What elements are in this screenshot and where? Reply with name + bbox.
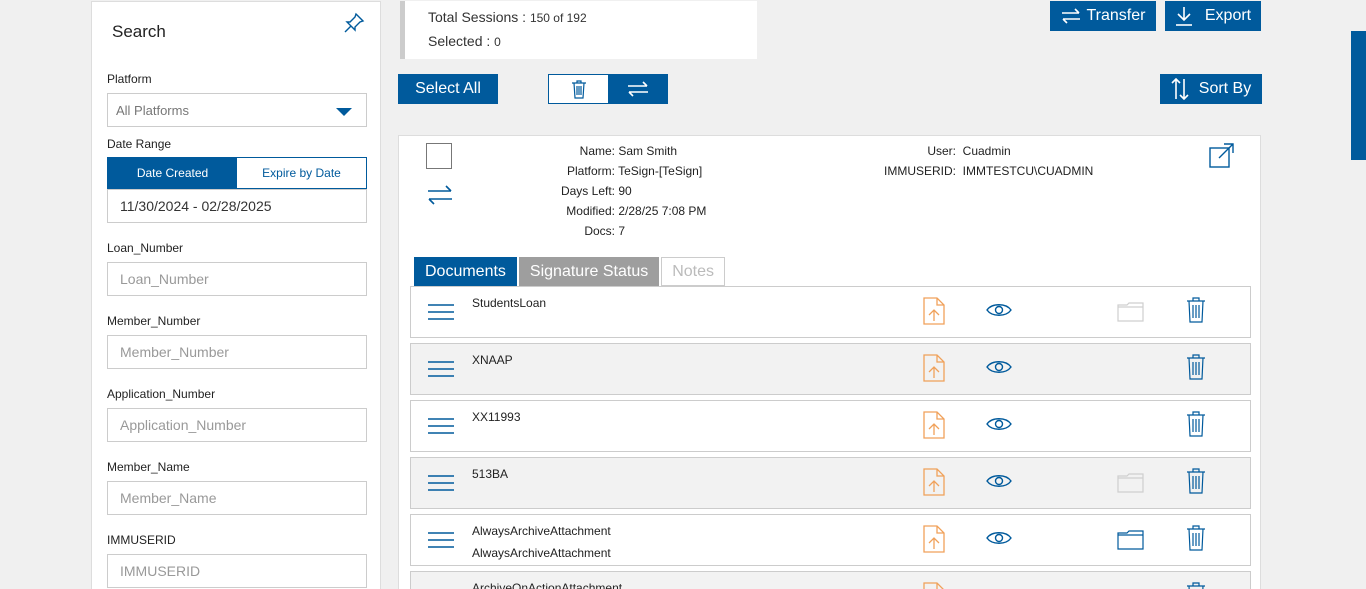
hamburger-menu-icon[interactable] bbox=[428, 474, 454, 492]
folder-icon bbox=[1117, 473, 1144, 493]
folder-icon[interactable] bbox=[1117, 530, 1144, 550]
loan-number-label: Loan_Number bbox=[107, 241, 184, 255]
pin-icon[interactable] bbox=[342, 11, 366, 35]
session-user: Cuadmin bbox=[962, 144, 1011, 158]
popout-icon[interactable] bbox=[1209, 142, 1235, 168]
transfer-icon bbox=[1061, 8, 1081, 24]
date-range-input[interactable]: 11/30/2024 - 02/28/2025 bbox=[107, 189, 367, 223]
session-card: Name: Sam Smith Platform: TeSign-[TeSign… bbox=[398, 135, 1261, 589]
download-icon bbox=[1175, 6, 1193, 26]
bulk-actions bbox=[548, 74, 668, 104]
session-modified: 2/28/25 7:08 PM bbox=[618, 204, 707, 218]
sort-by-button[interactable]: Sort By bbox=[1160, 74, 1262, 104]
document-row: ArchiveOnActionAttachment bbox=[410, 571, 1251, 589]
platform-label: Platform bbox=[107, 72, 152, 86]
file-upload-icon[interactable] bbox=[923, 468, 945, 496]
trash-icon[interactable] bbox=[1186, 354, 1206, 380]
session-user-details: User: Cuadmin IMMUSERID: IMMTESTCU\CUADM… bbox=[884, 144, 1094, 178]
eye-icon[interactable] bbox=[986, 530, 1012, 546]
file-upload-icon[interactable] bbox=[923, 525, 945, 553]
member-name-label: Member_Name bbox=[107, 460, 190, 474]
session-tabs: Documents Signature Status Notes bbox=[414, 257, 727, 286]
export-button-label: Export bbox=[1204, 7, 1252, 24]
session-docs: 7 bbox=[618, 224, 626, 238]
trash-icon[interactable] bbox=[1186, 525, 1206, 551]
file-upload-icon[interactable] bbox=[923, 582, 945, 589]
eye-icon[interactable] bbox=[986, 416, 1012, 432]
document-name: StudentsLoan bbox=[472, 296, 547, 310]
expire-by-date-option[interactable]: Expire by Date bbox=[237, 158, 366, 188]
hamburger-menu-icon[interactable] bbox=[428, 417, 454, 435]
folder-icon bbox=[1117, 302, 1144, 322]
document-name: AlwaysArchiveAttachment bbox=[472, 524, 611, 538]
transfer-button[interactable]: Transfer bbox=[1050, 1, 1156, 31]
tab-notes[interactable]: Notes bbox=[661, 257, 726, 286]
hamburger-menu-icon[interactable] bbox=[428, 531, 454, 549]
member-number-input[interactable]: Member_Number bbox=[107, 335, 367, 369]
trash-icon[interactable] bbox=[1186, 468, 1206, 494]
session-immuserid: IMMTESTCU\CUADMIN bbox=[962, 164, 1094, 178]
export-button[interactable]: Export bbox=[1165, 1, 1261, 31]
document-row: 513BA bbox=[410, 457, 1251, 509]
immuserid-input[interactable]: IMMUSERID bbox=[107, 554, 367, 588]
application-number-input[interactable]: Application_Number bbox=[107, 408, 367, 442]
eye-icon[interactable] bbox=[986, 473, 1012, 489]
platform-select[interactable]: All Platforms bbox=[107, 93, 367, 127]
document-name: XNAAP bbox=[472, 353, 513, 367]
trash-icon[interactable] bbox=[1186, 297, 1206, 323]
document-name: ArchiveOnActionAttachment bbox=[472, 581, 623, 589]
immuserid-label: IMMUSERID bbox=[107, 533, 176, 547]
session-name: Sam Smith bbox=[618, 144, 678, 158]
transfer-button-label: Transfer bbox=[1086, 7, 1146, 24]
platform-select-value: All Platforms bbox=[116, 102, 189, 118]
document-name: XX11993 bbox=[472, 410, 521, 424]
session-days-left: 90 bbox=[618, 184, 632, 198]
eye-icon[interactable] bbox=[986, 359, 1012, 375]
select-all-button[interactable]: Select All bbox=[398, 74, 498, 104]
hamburger-menu-icon[interactable] bbox=[428, 360, 454, 378]
document-name: 513BA bbox=[472, 467, 509, 481]
tab-signature-status[interactable]: Signature Status bbox=[518, 257, 660, 286]
trash-icon[interactable] bbox=[1186, 411, 1206, 437]
side-drawer-handle[interactable] bbox=[1351, 31, 1366, 160]
tab-documents[interactable]: Documents bbox=[414, 257, 517, 286]
sort-by-label: Sort By bbox=[1198, 80, 1252, 97]
trash-icon bbox=[571, 80, 586, 99]
file-upload-icon[interactable] bbox=[923, 297, 945, 325]
search-panel-title: Search bbox=[112, 22, 166, 41]
sort-icon bbox=[1171, 78, 1189, 100]
document-row: StudentsLoan bbox=[410, 286, 1251, 338]
application-number-label: Application_Number bbox=[107, 387, 216, 401]
session-platform: TeSign-[TeSign] bbox=[618, 164, 703, 178]
session-summary: Total Sessions : 150 of 192 Selected : 0 bbox=[400, 1, 757, 59]
chevron-down-icon bbox=[336, 108, 352, 116]
session-details: Name: Sam Smith Platform: TeSign-[TeSign… bbox=[560, 144, 707, 238]
file-upload-icon[interactable] bbox=[923, 411, 945, 439]
date-created-option[interactable]: Date Created bbox=[108, 158, 237, 188]
search-panel: Search Platform All Platforms Date Range… bbox=[91, 1, 381, 589]
transfer-icon[interactable] bbox=[426, 184, 454, 206]
document-row: AlwaysArchiveAttachment AlwaysArchiveAtt… bbox=[410, 514, 1251, 566]
file-upload-icon[interactable] bbox=[923, 354, 945, 382]
bulk-delete-button[interactable] bbox=[549, 75, 608, 103]
document-row: XNAAP bbox=[410, 343, 1251, 395]
total-sessions: Total Sessions : 150 of 192 bbox=[428, 9, 587, 25]
document-subname: AlwaysArchiveAttachment bbox=[472, 546, 611, 560]
session-checkbox[interactable] bbox=[426, 143, 452, 169]
date-range-toggle: Date Created Expire by Date bbox=[107, 157, 367, 189]
selected-count: Selected : 0 bbox=[428, 33, 501, 49]
date-range-label: Date Range bbox=[107, 137, 172, 151]
trash-icon[interactable] bbox=[1186, 582, 1206, 589]
document-row: XX11993 bbox=[410, 400, 1251, 452]
bulk-transfer-button[interactable] bbox=[608, 75, 667, 103]
member-number-label: Member_Number bbox=[107, 314, 201, 328]
transfer-icon bbox=[627, 81, 648, 97]
loan-number-input[interactable]: Loan_Number bbox=[107, 262, 367, 296]
hamburger-menu-icon[interactable] bbox=[428, 303, 454, 321]
eye-icon[interactable] bbox=[986, 302, 1012, 318]
member-name-input[interactable]: Member_Name bbox=[107, 481, 367, 515]
